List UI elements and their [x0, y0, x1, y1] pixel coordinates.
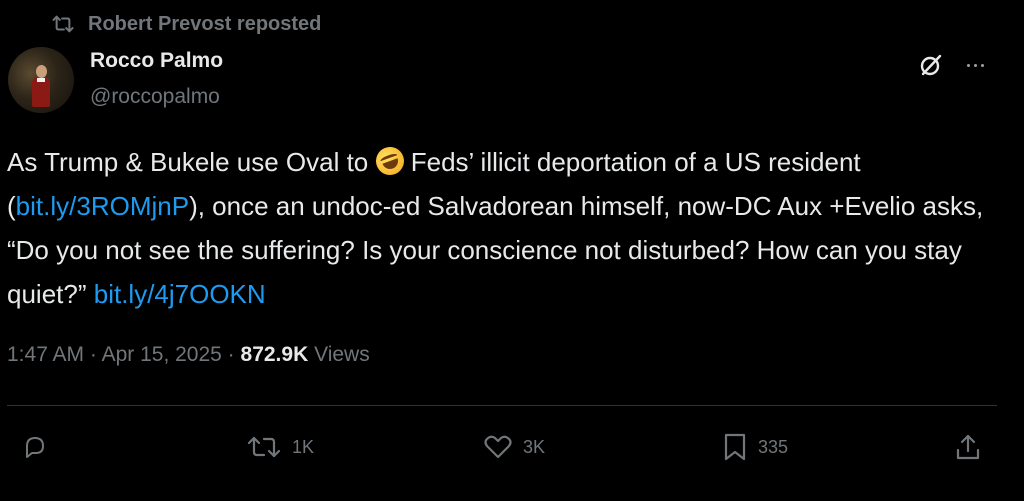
share-button[interactable]	[955, 432, 981, 462]
display-name[interactable]: Rocco Palmo	[90, 49, 223, 73]
tweet-text-part: As Trump & Bukele use Oval to	[7, 147, 376, 177]
reply-icon	[22, 434, 48, 460]
views-count: 872.9K	[240, 343, 309, 366]
repost-count: 1K	[292, 436, 315, 457]
reply-button[interactable]	[22, 432, 58, 462]
avatar[interactable]	[8, 47, 74, 113]
grok-icon[interactable]	[918, 52, 944, 78]
repost-icon	[52, 14, 74, 34]
tweet-time[interactable]: 1:47 AM	[7, 343, 84, 366]
repost-label[interactable]: Robert Prevost reposted	[88, 13, 321, 36]
repost-indicator[interactable]: Robert Prevost reposted	[52, 10, 321, 38]
tweet-link-2[interactable]: bit.ly/4j7OOKN	[94, 279, 266, 309]
bookmark-button[interactable]: 335	[722, 432, 788, 462]
rolling-on-floor-laughing-emoji-icon	[371, 143, 408, 179]
tweet-text: As Trump & Bukele use Oval to Feds’ illi…	[7, 140, 1007, 316]
tweet-meta: 1:47 AM · Apr 15, 2025 · 872.9K Views	[7, 343, 370, 366]
repost-icon	[246, 434, 282, 460]
tweet-link-1[interactable]: bit.ly/3ROMjnP	[16, 191, 189, 221]
user-handle[interactable]: @roccopalmo	[90, 85, 220, 109]
like-button[interactable]: 3K	[483, 432, 545, 462]
bookmark-count: 335	[758, 436, 789, 457]
divider	[7, 405, 997, 406]
views-label: Views	[308, 343, 370, 366]
share-icon	[955, 433, 981, 461]
repost-button[interactable]: 1K	[246, 432, 314, 462]
more-options-icon[interactable]	[958, 52, 992, 78]
bookmark-icon	[722, 432, 748, 462]
like-count: 3K	[523, 436, 546, 457]
tweet-date[interactable]: Apr 15, 2025	[102, 343, 222, 366]
heart-icon	[483, 434, 513, 460]
